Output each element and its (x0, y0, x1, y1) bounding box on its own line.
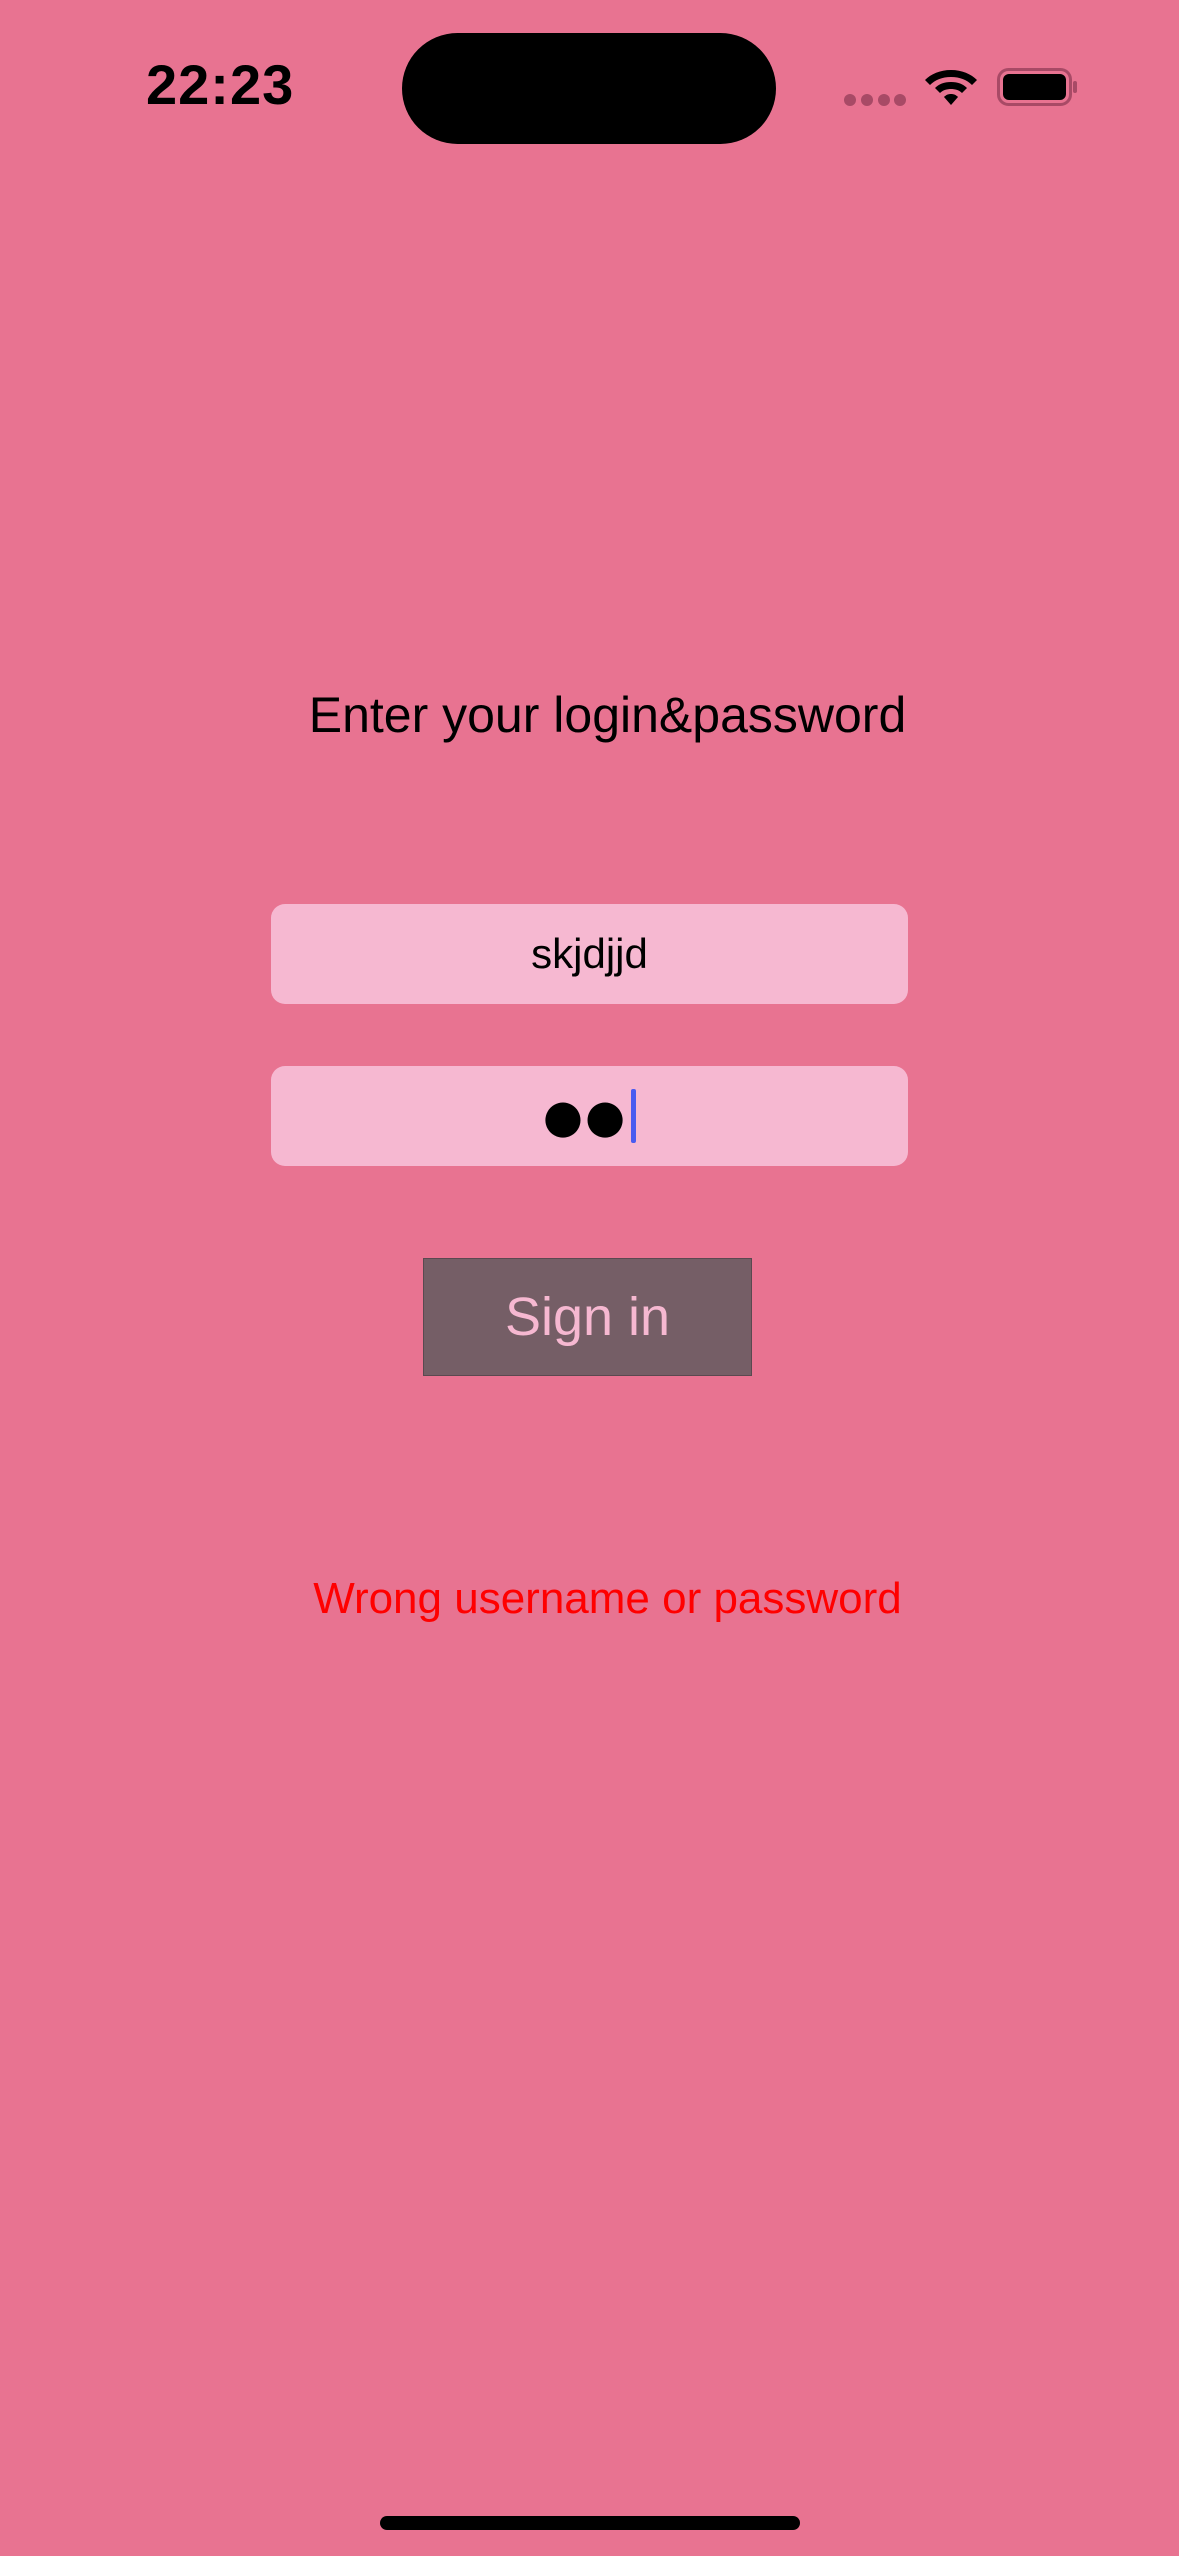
password-masked-text: ●● (542, 1089, 628, 1143)
status-time: 22:23 (146, 53, 295, 116)
password-field[interactable]: ●● (271, 1066, 908, 1166)
login-prompt: Enter your login&password (308, 687, 907, 743)
login-screen: 22:23 Enter your login&password ●● Sign … (0, 0, 1179, 2556)
error-message: Wrong username or password (313, 1574, 902, 1623)
battery-icon (997, 68, 1077, 106)
username-field[interactable] (271, 904, 908, 1004)
home-indicator[interactable] (380, 2516, 800, 2530)
text-caret (631, 1089, 637, 1143)
cellular-signal-icon (844, 94, 906, 108)
wifi-icon (925, 70, 977, 105)
dynamic-island (402, 33, 776, 144)
sign-in-button[interactable]: Sign in (423, 1258, 752, 1376)
